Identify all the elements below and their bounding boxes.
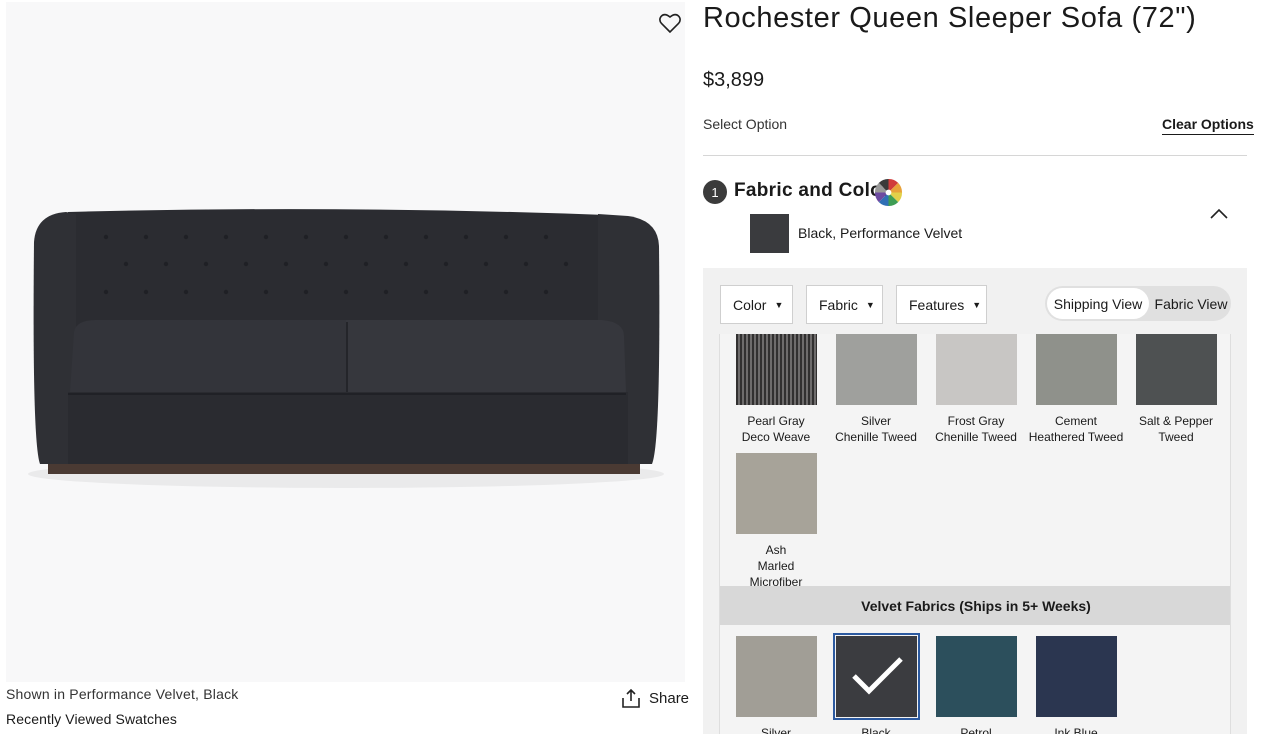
swatch-velvet-black[interactable]: Black: [826, 633, 926, 734]
divider: [703, 155, 1247, 156]
swatch-velvet-petrol[interactable]: Petrol: [926, 636, 1026, 734]
swatch-label: Salt & Pepper Tweed: [1138, 414, 1214, 444]
caret-down-icon: ▼: [972, 299, 982, 310]
swatch-salt-pepper[interactable]: Salt & Pepper Tweed: [1126, 334, 1226, 445]
swatch-label: Frost Gray Chenille Tweed: [935, 414, 1017, 444]
swatch-image: [1035, 334, 1117, 405]
image-caption: Shown in Performance Velvet, Black: [6, 686, 239, 702]
swatch-label: Ash Marled Microfiber: [749, 543, 803, 589]
features-filter-label: Features: [909, 296, 965, 313]
shipping-view-option[interactable]: Shipping View: [1047, 288, 1149, 319]
caret-down-icon: ▼: [774, 299, 784, 310]
swatch-panel: Color ▼ Fabric ▼ Features ▼ Shipping Vie…: [703, 268, 1247, 734]
swatch-image: [1135, 334, 1217, 405]
swatch-image: [735, 453, 817, 534]
step-number-badge: 1: [703, 180, 727, 204]
swatch-velvet-silver[interactable]: Silver: [726, 636, 826, 734]
velvet-group-header: Velvet Fabrics (Ships in 5+ Weeks): [720, 586, 1230, 625]
swatch-label: Black: [861, 726, 891, 734]
color-filter-label: Color: [733, 296, 767, 313]
fabric-section-title[interactable]: Fabric and Color: [734, 180, 890, 202]
heart-outline-icon[interactable]: [658, 12, 682, 34]
share-icon: [622, 688, 640, 708]
product-title: Rochester Queen Sleeper Sofa (72"): [703, 2, 1197, 34]
selected-fabric-name: Black, Performance Velvet: [798, 225, 963, 241]
chevron-up-icon[interactable]: [1208, 206, 1230, 222]
swatch-cement[interactable]: Cement Heathered Tweed: [1026, 334, 1126, 445]
share-button[interactable]: Share: [621, 688, 689, 709]
sofa-image: [28, 209, 664, 488]
swatch-label: Ink Blue: [1054, 726, 1098, 734]
clear-options-link[interactable]: Clear Options: [1162, 116, 1254, 135]
fabric-filter-label: Fabric: [819, 296, 858, 313]
features-filter-dropdown[interactable]: Features ▼: [896, 285, 987, 324]
swatch-image: [735, 636, 817, 717]
fabric-view-option[interactable]: Fabric View: [1151, 288, 1231, 319]
select-option-label: Select Option: [703, 116, 788, 132]
caret-down-icon: ▼: [865, 299, 875, 310]
swatch-grid: Pearl Gray Deco Weave Silver Chenille Twee…: [719, 334, 1231, 734]
swatch-silver-chenille[interactable]: Silver Chenille Tweed: [826, 334, 926, 445]
swatch-velvet-ink-blue[interactable]: Ink Blue: [1026, 636, 1126, 734]
view-toggle: Shipping View Fabric View: [1045, 286, 1231, 321]
swatch-label: Pearl Gray Deco Weave: [741, 414, 811, 444]
swatch-label: Cement Heathered Tweed: [1028, 414, 1124, 444]
product-price: $3,899: [703, 69, 765, 91]
swatch-image: [935, 636, 1017, 717]
swatch-image: [1035, 636, 1117, 717]
swatch-frost-gray[interactable]: Frost Gray Chenille Tweed: [926, 334, 1026, 445]
swatch-image: [832, 633, 920, 720]
swatch-image: [835, 334, 917, 405]
color-filter-dropdown[interactable]: Color ▼: [720, 285, 793, 324]
product-image[interactable]: [6, 2, 685, 682]
color-wheel-icon: [874, 178, 903, 207]
swatch-label: Petrol: [960, 726, 992, 734]
swatch-label: Silver: [760, 726, 791, 734]
swatch-image: [735, 334, 817, 405]
swatch-ash[interactable]: Ash Marled Microfiber: [726, 453, 826, 590]
fabric-filter-dropdown[interactable]: Fabric ▼: [806, 285, 883, 324]
checkmark-icon: [851, 657, 903, 695]
share-label: Share: [649, 690, 690, 707]
swatch-image: [935, 334, 1017, 405]
swatch-pearl-gray[interactable]: Pearl Gray Deco Weave: [726, 334, 826, 445]
selected-fabric-swatch: [750, 214, 789, 253]
swatch-label: Silver Chenille Tweed: [835, 414, 917, 444]
recently-viewed-swatches-link[interactable]: Recently Viewed Swatches: [6, 711, 177, 727]
